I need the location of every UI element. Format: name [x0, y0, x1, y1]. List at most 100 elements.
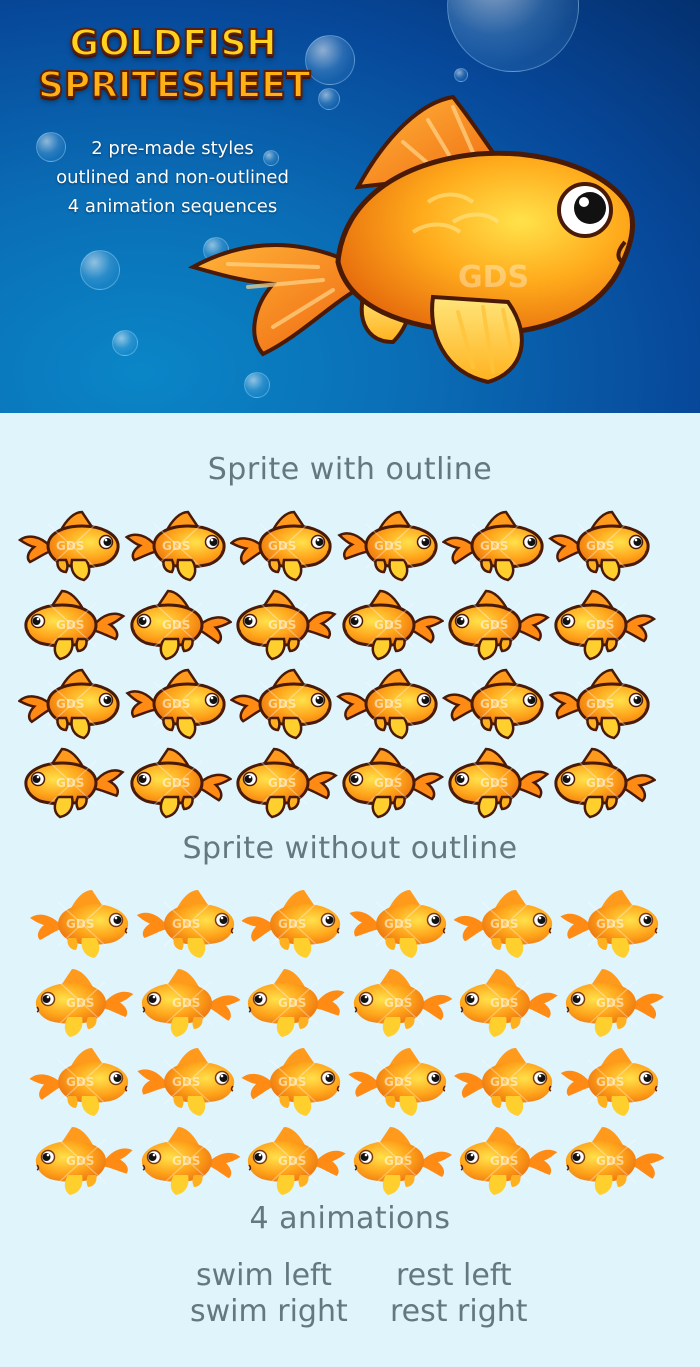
goldfish-sprite-frame: GDS — [452, 1121, 560, 1199]
spritesheet-promo-page: GOLDFISH SPRITESHEET 2 pre-made styles o… — [0, 0, 700, 1367]
svg-text:GDS: GDS — [596, 996, 624, 1010]
svg-text:GDS: GDS — [384, 917, 412, 931]
goldfish-sprite-frame: GDS — [124, 664, 232, 742]
svg-text:GDS: GDS — [278, 917, 306, 931]
goldfish-sprite-frame: GDS — [442, 585, 550, 663]
goldfish-sprite-frame: GDS — [240, 963, 348, 1041]
svg-text:GDS: GDS — [384, 1154, 412, 1168]
svg-text:GDS: GDS — [490, 996, 518, 1010]
plain-sprite-grid: GDS GDS GDS GDS GDS GDS GDS GDS GDS GDS … — [18, 884, 682, 1195]
svg-text:GDS: GDS — [596, 1154, 624, 1168]
animation-swim-left: swim left — [196, 1258, 332, 1293]
goldfish-sprite-frame: GDS — [346, 884, 454, 962]
goldfish-sprite-frame: GDS — [548, 585, 656, 663]
goldfish-sprite-frame: GDS — [452, 1042, 560, 1120]
svg-text:GDS: GDS — [374, 618, 402, 632]
goldfish-sprite-frame: GDS — [18, 506, 126, 584]
goldfish-sprite-frame: GDS — [28, 1121, 136, 1199]
goldfish-sprite-frame: GDS — [548, 743, 656, 821]
goldfish-sprite-frame: GDS — [134, 1121, 242, 1199]
animation-swim-right: swim right — [190, 1294, 348, 1329]
goldfish-sprite-frame: GDS — [442, 743, 550, 821]
goldfish-sprite-frame: GDS — [18, 585, 126, 663]
svg-text:GDS: GDS — [490, 1075, 518, 1089]
goldfish-sprite-frame: GDS — [134, 963, 242, 1041]
svg-text:GDS: GDS — [278, 996, 306, 1010]
outlined-section-heading: Sprite with outline — [207, 452, 493, 487]
goldfish-sprite-frame: GDS — [452, 884, 560, 962]
goldfish-sprite-frame: GDS — [346, 963, 454, 1041]
goldfish-sprite-frame: GDS — [336, 585, 444, 663]
svg-text:GDS: GDS — [172, 917, 200, 931]
svg-text:GDS: GDS — [56, 697, 84, 711]
goldfish-sprite-frame: GDS — [28, 1042, 136, 1120]
animations-heading: 4 animations — [249, 1201, 451, 1236]
goldfish-sprite-frame: GDS — [134, 1042, 242, 1120]
bubble — [447, 0, 579, 72]
goldfish-sprite-frame: GDS — [124, 743, 232, 821]
svg-text:GDS: GDS — [268, 776, 296, 790]
animation-rest-right: rest right — [390, 1294, 528, 1329]
goldfish-sprite-frame: GDS — [558, 884, 666, 962]
goldfish-sprite-frame: GDS — [18, 743, 126, 821]
svg-text:GDS: GDS — [268, 618, 296, 632]
hero-banner: GOLDFISH SPRITESHEET 2 pre-made styles o… — [0, 0, 700, 413]
svg-text:GDS: GDS — [172, 1075, 200, 1089]
svg-text:GDS: GDS — [586, 539, 614, 553]
svg-text:GDS: GDS — [66, 1075, 94, 1089]
bubble — [305, 35, 355, 85]
goldfish-sprite-frame: GDS — [558, 963, 666, 1041]
title-line-1: GOLDFISH — [68, 23, 277, 65]
goldfish-sprite-frame: GDS — [452, 963, 560, 1041]
svg-text:GDS: GDS — [56, 776, 84, 790]
svg-text:GDS: GDS — [490, 1154, 518, 1168]
gds-watermark: GDS — [458, 260, 529, 295]
svg-text:GDS: GDS — [374, 539, 402, 553]
goldfish-sprite-frame: GDS — [230, 743, 338, 821]
goldfish-sprite-frame: GDS — [230, 506, 338, 584]
outlined-sprite-grid: GDS GDS GDS GDS GDS GDS GDS GDS GDS GDS … — [18, 506, 682, 819]
svg-text:GDS: GDS — [596, 1075, 624, 1089]
svg-text:GDS: GDS — [172, 1154, 200, 1168]
goldfish-sprite-frame: GDS — [124, 585, 232, 663]
svg-text:GDS: GDS — [384, 1075, 412, 1089]
svg-text:GDS: GDS — [268, 539, 296, 553]
goldfish-sprite-frame: GDS — [336, 743, 444, 821]
svg-text:GDS: GDS — [384, 996, 412, 1010]
goldfish-sprite-frame: GDS — [346, 1042, 454, 1120]
goldfish-sprite-frame: GDS — [548, 506, 656, 584]
goldfish-sprite-frame: GDS — [134, 884, 242, 962]
svg-text:GDS: GDS — [268, 697, 296, 711]
svg-text:GDS: GDS — [596, 917, 624, 931]
hero-goldfish-illustration: GDS — [188, 94, 636, 385]
svg-text:GDS: GDS — [480, 618, 508, 632]
svg-text:GDS: GDS — [374, 697, 402, 711]
svg-text:GDS: GDS — [66, 996, 94, 1010]
svg-text:GDS: GDS — [162, 618, 190, 632]
animation-rest-left: rest left — [396, 1258, 512, 1293]
goldfish-sprite-frame: GDS — [442, 506, 550, 584]
goldfish-sprite-frame: GDS — [240, 884, 348, 962]
goldfish-sprite-frame: GDS — [442, 664, 550, 742]
bubble — [454, 68, 468, 82]
svg-text:GDS: GDS — [586, 697, 614, 711]
goldfish-sprite-frame: GDS — [28, 963, 136, 1041]
svg-text:GDS: GDS — [278, 1075, 306, 1089]
svg-text:GDS: GDS — [56, 539, 84, 553]
goldfish-sprite-frame: GDS — [336, 506, 444, 584]
svg-text:GDS: GDS — [66, 1154, 94, 1168]
bubble — [112, 330, 138, 356]
goldfish-sprite-frame: GDS — [558, 1042, 666, 1120]
svg-text:GDS: GDS — [480, 697, 508, 711]
svg-text:GDS: GDS — [162, 697, 190, 711]
svg-text:GDS: GDS — [374, 776, 402, 790]
goldfish-sprite-frame: GDS — [230, 585, 338, 663]
goldfish-sprite-frame: GDS — [18, 664, 126, 742]
goldfish-sprite-frame: GDS — [230, 664, 338, 742]
svg-text:GDS: GDS — [162, 539, 190, 553]
goldfish-sprite-frame: GDS — [240, 1121, 348, 1199]
svg-text:GDS: GDS — [56, 618, 84, 632]
goldfish-sprite-frame: GDS — [558, 1121, 666, 1199]
svg-text:GDS: GDS — [586, 618, 614, 632]
svg-text:GDS: GDS — [490, 917, 518, 931]
